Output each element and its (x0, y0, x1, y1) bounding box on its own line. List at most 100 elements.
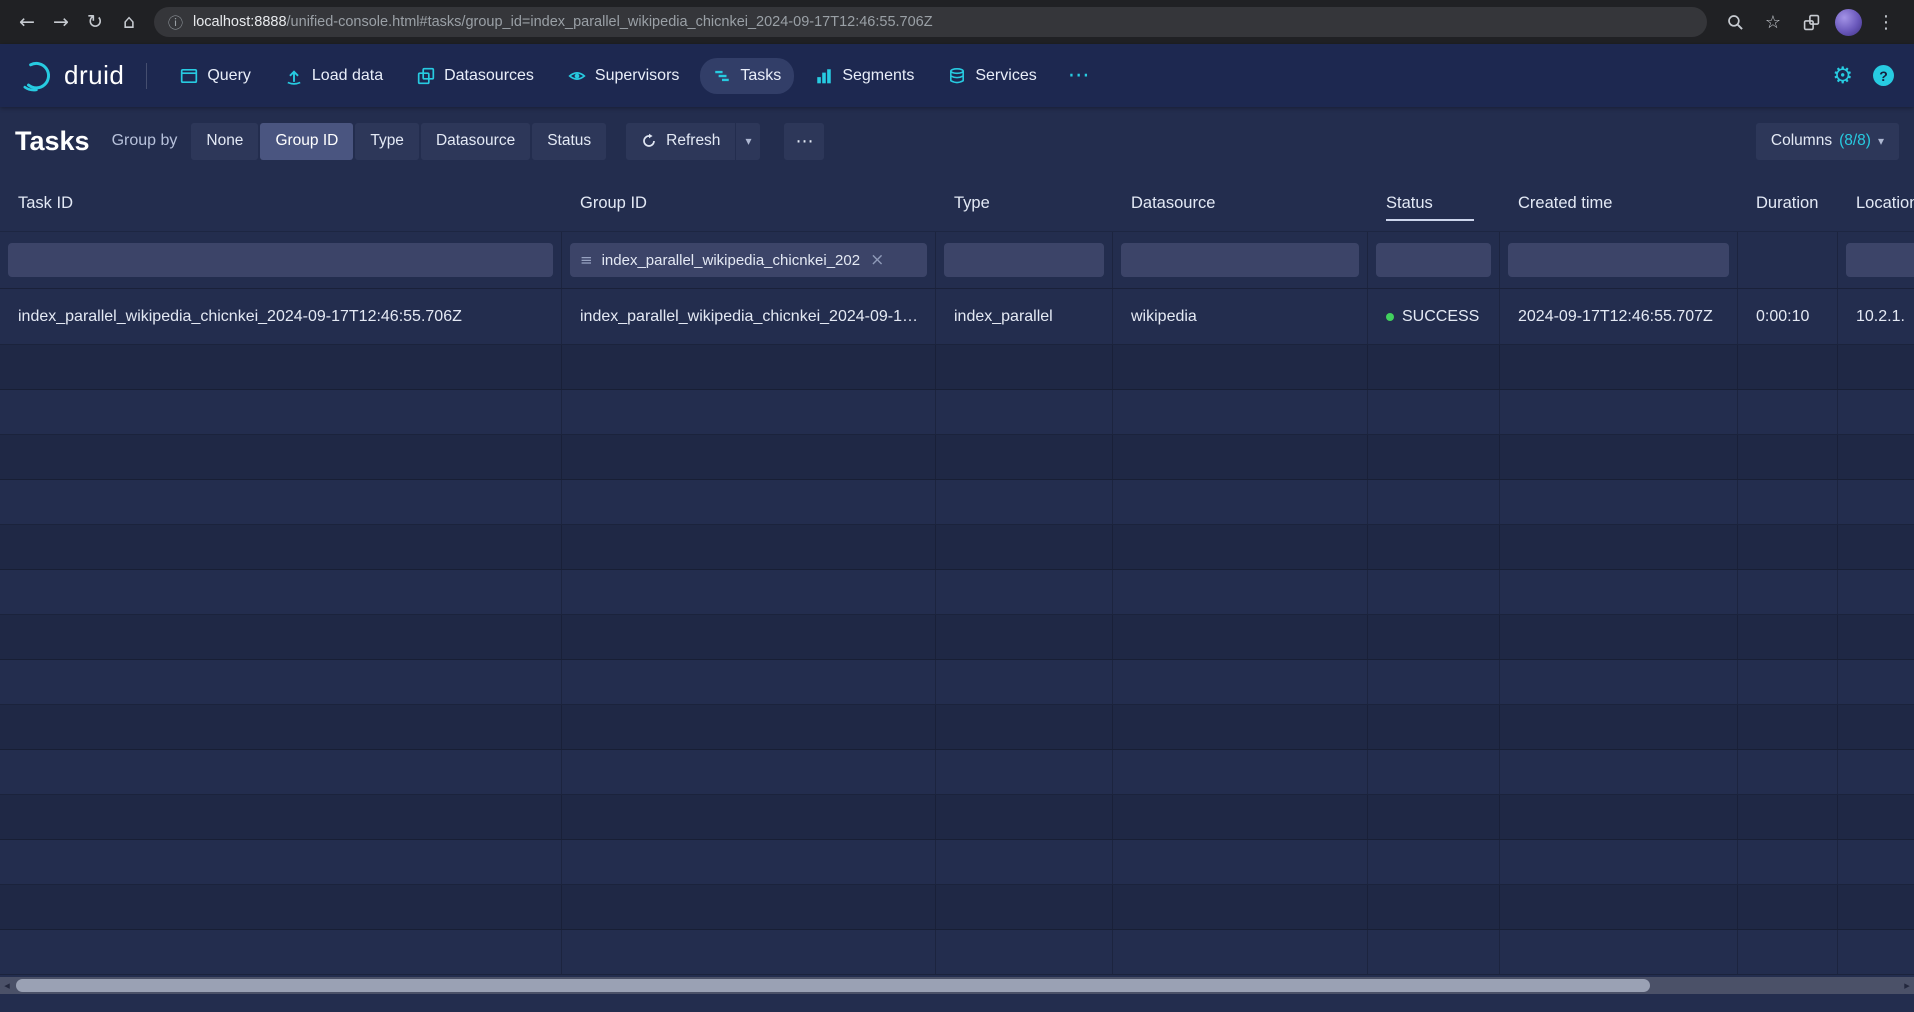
status-text: SUCCESS (1402, 308, 1479, 326)
browser-home-button[interactable]: ⌂ (112, 5, 146, 39)
column-header-task-id[interactable]: Task ID (0, 175, 562, 231)
nav-label: Datasources (444, 67, 534, 85)
table-row-empty (0, 705, 1914, 750)
table-cell-empty (1113, 390, 1368, 434)
table-cell-empty (1368, 705, 1500, 749)
refresh-interval-dropdown[interactable]: ▾ (736, 123, 760, 160)
browser-toolbar: ← → ↻ ⌂ ⓘ localhost:8888/unified-console… (0, 0, 1914, 44)
druid-logo-icon (20, 59, 54, 93)
table-cell-empty (562, 885, 936, 929)
table-cell-empty (1113, 435, 1368, 479)
scroll-right-icon[interactable]: ▸ (1900, 977, 1914, 994)
column-header-created-time[interactable]: Created time (1500, 175, 1738, 231)
datasource-filter-input[interactable] (1121, 243, 1359, 277)
table-cell-empty (1368, 660, 1500, 704)
group-by-group-id-button[interactable]: Group ID (260, 123, 353, 160)
nav-item-segments[interactable]: Segments (802, 58, 927, 94)
bookmark-star-icon[interactable]: ☆ (1759, 8, 1787, 36)
filter-equals-icon: ≡ (580, 251, 593, 269)
refresh-label: Refresh (666, 132, 720, 150)
status-filter-input[interactable] (1376, 243, 1491, 277)
column-header-status[interactable]: Status (1368, 175, 1500, 231)
column-header-location[interactable]: Location (1838, 175, 1914, 231)
gear-icon[interactable]: ⚙ (1832, 63, 1853, 89)
table-cell-empty (936, 615, 1113, 659)
table-cell-empty (1113, 480, 1368, 524)
columns-button[interactable]: Columns (8/8) ▾ (1756, 123, 1899, 160)
table-cell-empty (562, 705, 936, 749)
browser-back-button[interactable]: ← (10, 5, 44, 39)
group-by-none-button[interactable]: None (191, 123, 258, 160)
table-cell-empty (0, 570, 562, 614)
group-by-datasource-button[interactable]: Datasource (421, 123, 530, 160)
created-time-filter-input[interactable] (1508, 243, 1729, 277)
table-row-empty (0, 480, 1914, 525)
columns-count: (8/8) (1839, 132, 1871, 150)
extensions-icon[interactable] (1797, 8, 1825, 36)
refresh-button[interactable]: Refresh (626, 123, 735, 160)
table-cell-empty (1838, 885, 1914, 929)
table-cell-empty (1838, 390, 1914, 434)
type-filter-input[interactable] (944, 243, 1104, 277)
profile-avatar[interactable] (1835, 9, 1862, 36)
table-cell-empty (1113, 705, 1368, 749)
browser-reload-button[interactable]: ↻ (78, 5, 112, 39)
nav-item-load-data[interactable]: Load data (272, 58, 396, 94)
table-cell-empty (562, 345, 936, 389)
table-cell-empty (1838, 795, 1914, 839)
column-header-duration[interactable]: Duration (1738, 175, 1838, 231)
location-filter-input[interactable] (1846, 243, 1914, 277)
refresh-icon (641, 133, 657, 149)
filter-cell-location (1838, 232, 1914, 288)
filter-cell-created-time (1500, 232, 1738, 288)
group-by-type-button[interactable]: Type (355, 123, 419, 160)
nav-item-query[interactable]: Query (167, 58, 264, 94)
table-cell-empty (1113, 660, 1368, 704)
table-row-task[interactable]: index_parallel_wikipedia_chicnkei_2024-0… (0, 289, 1914, 345)
table-cell-empty (1738, 795, 1838, 839)
table-cell-empty (1500, 480, 1738, 524)
nav-more-icon[interactable]: ⋯ (1058, 59, 1100, 92)
help-icon[interactable]: ? (1873, 65, 1894, 86)
site-info-icon[interactable]: ⓘ (168, 12, 183, 33)
table-cell-empty (936, 525, 1113, 569)
table-cell-empty (0, 345, 562, 389)
nav-item-supervisors[interactable]: Supervisors (555, 58, 692, 94)
nav-item-services[interactable]: Services (935, 58, 1049, 94)
nav-label: Services (975, 67, 1036, 85)
group-id-filter-chip[interactable]: ≡ index_parallel_wikipedia_chicnkei_202 … (570, 243, 927, 277)
column-header-group-id[interactable]: Group ID (562, 175, 936, 231)
address-bar[interactable]: ⓘ localhost:8888/unified-console.html#ta… (154, 7, 1707, 37)
more-actions-button[interactable]: ⋯ (784, 123, 824, 160)
druid-logo[interactable]: druid (20, 59, 124, 93)
scrollbar-thumb[interactable] (16, 979, 1650, 992)
task-id-filter-input[interactable] (8, 243, 553, 277)
table-cell-empty (1738, 435, 1838, 479)
table-cell-empty (1113, 525, 1368, 569)
extensions-icon (1803, 14, 1820, 31)
tasks-toolbar: Tasks Group by None Group ID Type Dataso… (0, 107, 1914, 175)
horizontal-scrollbar[interactable]: ◂ ▸ (0, 977, 1914, 994)
table-cell-empty (1500, 570, 1738, 614)
remove-filter-icon[interactable]: × (870, 250, 884, 270)
zoom-icon[interactable] (1721, 8, 1749, 36)
cell-type: index_parallel (936, 289, 1113, 344)
table-cell-empty (936, 345, 1113, 389)
table-cell-empty (1368, 390, 1500, 434)
column-header-datasource[interactable]: Datasource (1113, 175, 1368, 231)
table-cell-empty (1738, 525, 1838, 569)
group-by-status-button[interactable]: Status (532, 123, 606, 160)
table-cell-empty (1368, 570, 1500, 614)
table-cell-empty (1738, 885, 1838, 929)
datasources-icon (417, 67, 435, 85)
scroll-left-icon[interactable]: ◂ (0, 977, 14, 994)
url-path: /unified-console.html#tasks/group_id=ind… (287, 14, 933, 30)
nav-item-tasks[interactable]: Tasks (700, 58, 794, 94)
table-cell-empty (1500, 705, 1738, 749)
browser-forward-button[interactable]: → (44, 5, 78, 39)
column-header-type[interactable]: Type (936, 175, 1113, 231)
table-cell-empty (1368, 885, 1500, 929)
filter-cell-status (1368, 232, 1500, 288)
nav-item-datasources[interactable]: Datasources (404, 58, 547, 94)
browser-menu-icon[interactable]: ⋮ (1872, 8, 1900, 36)
